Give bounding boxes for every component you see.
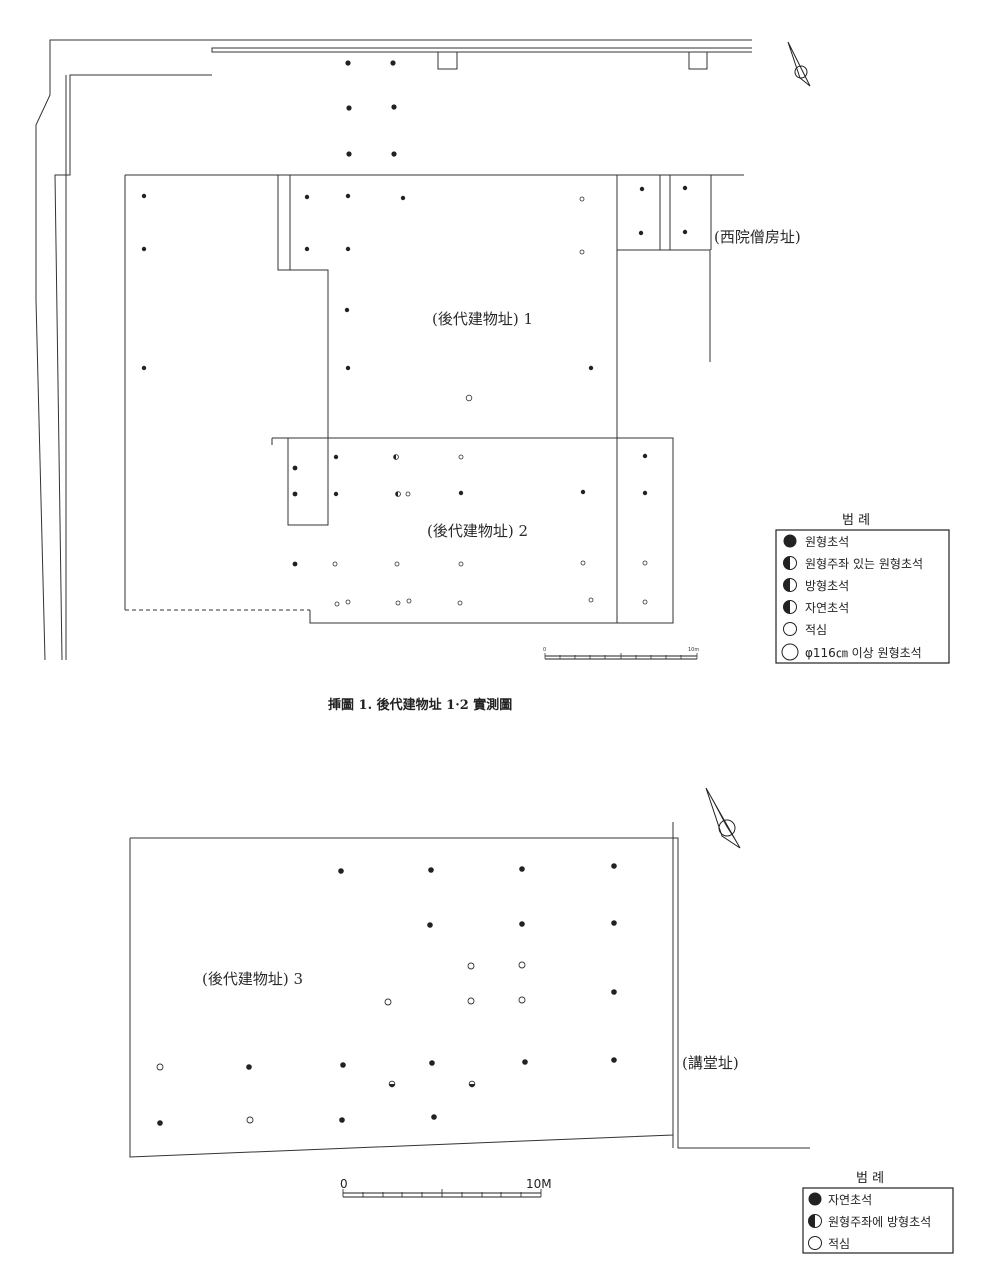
site-boundary-outer	[35, 39, 752, 661]
lecture-hall-outline	[672, 822, 810, 1149]
bottom-legend: 범 례 자연초석 원형주좌에 방형초석 적심	[802, 1171, 954, 1254]
svg-text:자연초석: 자연초석	[805, 601, 849, 615]
north-arrow-icon	[787, 41, 811, 87]
svg-text:범 례: 범 례	[842, 513, 870, 528]
svg-text:적심: 적심	[828, 1237, 850, 1251]
legend-item: 방형초석	[783, 578, 849, 593]
top-plan	[35, 39, 752, 661]
label-building1: (後代建物址) 1	[432, 310, 533, 328]
legend-item: 원형주좌에 방형초석	[808, 1214, 931, 1229]
bottom-plan-posts	[156, 863, 617, 1126]
legend-item: 자연초석	[808, 1192, 872, 1207]
north-arrow-icon	[705, 787, 741, 849]
figure-caption: 挿圖 1. 後代建物址 1·2 實測圖	[328, 697, 512, 713]
svg-text:φ116㎝ 이상 원형초석: φ116㎝ 이상 원형초석	[805, 646, 922, 660]
pier-square	[437, 51, 458, 70]
svg-text:범 례: 범 례	[856, 1171, 884, 1186]
svg-text:원형주좌 있는 원형초석: 원형주좌 있는 원형초석	[805, 557, 923, 571]
top-plan-posts	[141, 60, 688, 607]
label-building2: (後代建物址) 2	[427, 522, 528, 540]
legend-item: 원형초석	[783, 534, 849, 549]
site-boundary-inner	[211, 47, 752, 53]
label-west-monk-quarters: (西院僧房址)	[714, 228, 801, 246]
legend-item: 원형주좌 있는 원형초석	[783, 556, 923, 571]
building3-outline	[129, 837, 674, 1158]
svg-text:자연초석: 자연초석	[828, 1193, 872, 1207]
legend-item: 적심	[808, 1236, 850, 1251]
legend-item: φ116㎝ 이상 원형초석	[781, 643, 922, 661]
svg-text:10m: 10m	[688, 647, 699, 653]
svg-text:0: 0	[340, 1177, 348, 1191]
svg-text:원형주좌에 방형초석: 원형주좌에 방형초석	[828, 1215, 931, 1229]
site-plan-canvas: (西院僧房址) (後代建物址) 1 (後代建物址) 2 (後代建物址) 3 (講…	[35, 39, 954, 1254]
label-lecture-hall: (講堂址)	[682, 1054, 739, 1072]
svg-text:원형초석: 원형초석	[805, 535, 849, 549]
top-scale-bar: 0 10m	[543, 647, 699, 660]
site-boundary-inner-west	[54, 74, 212, 661]
label-building3: (後代建物址) 3	[202, 970, 303, 988]
bottom-plan	[129, 822, 810, 1158]
svg-text:10M: 10M	[526, 1177, 552, 1191]
svg-text:적심: 적심	[805, 623, 827, 637]
pier-square	[688, 51, 708, 70]
svg-text:0: 0	[543, 647, 546, 653]
bottom-scale-bar: 0 10M	[340, 1177, 552, 1198]
top-legend: 범 례 원형초석 원형주좌 있는 원형초석 방형초석 자연초석 적심 φ116㎝	[775, 513, 950, 664]
legend-item: 자연초석	[783, 600, 849, 615]
legend-item: 적심	[783, 622, 827, 637]
svg-text:방형초석: 방형초석	[805, 579, 849, 593]
